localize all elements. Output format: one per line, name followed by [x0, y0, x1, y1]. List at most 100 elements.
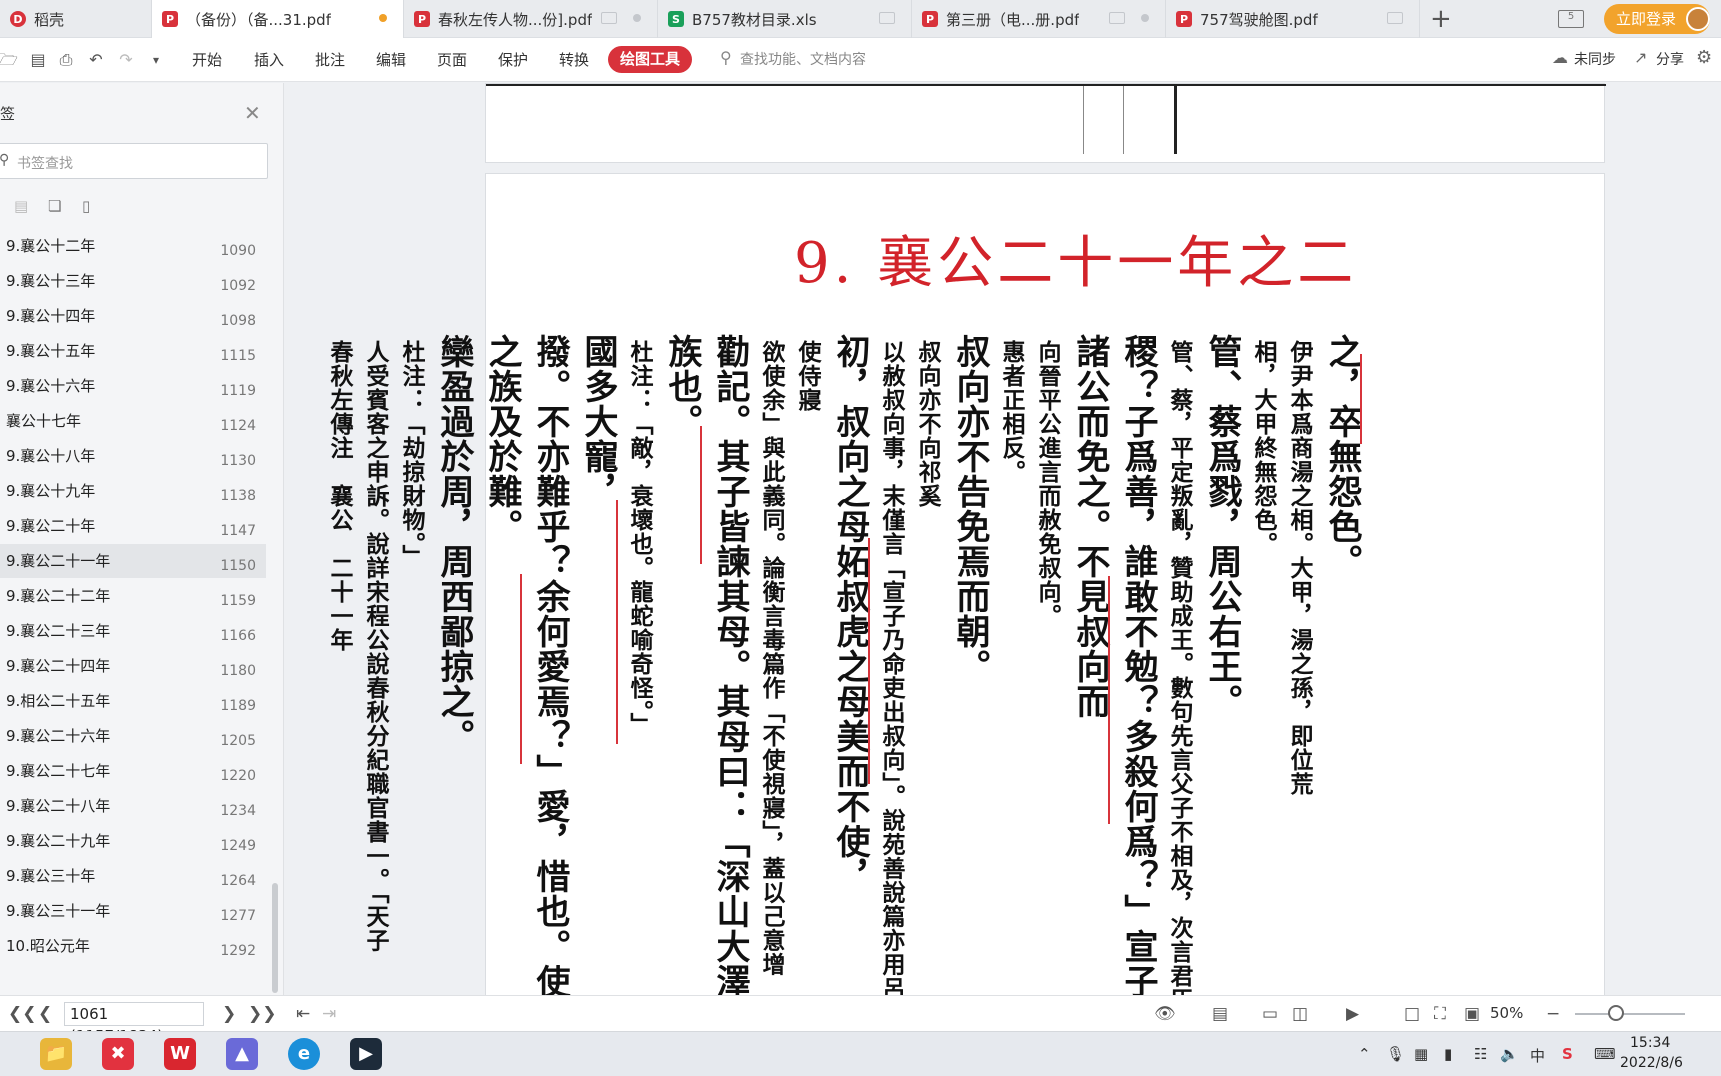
edge-browser-icon[interactable]: e — [288, 1038, 320, 1070]
play-icon[interactable]: ▶ — [1346, 1004, 1359, 1024]
last-page-icon[interactable]: ❯❯ — [248, 1004, 277, 1024]
fit-width-icon[interactable]: ▣ — [1464, 1004, 1480, 1024]
bookmark-icon[interactable]: ▯ — [82, 197, 100, 215]
bookmark-item[interactable]: 9.相公二十五年 1189 — [0, 684, 266, 718]
menu-page[interactable]: 页面 — [437, 49, 467, 71]
terminal-icon[interactable]: ▶ — [350, 1038, 382, 1070]
zoom-slider[interactable] — [1575, 1013, 1685, 1015]
tab-document[interactable]: P 春秋左传人物...份].pdf — [404, 0, 658, 38]
bookmark-item[interactable]: 9.襄公十九年 1138 — [0, 474, 266, 508]
fit-page-icon[interactable]: ⛶ — [1434, 1004, 1446, 1024]
unsaved-dot-icon — [379, 14, 387, 22]
new-tab-icon[interactable]: + — [1430, 4, 1452, 34]
tab-document-active[interactable]: P （备份）（备...31.pdf — [152, 0, 404, 38]
tab-draw-tools[interactable]: 绘图工具 — [608, 46, 692, 73]
bookmark-item[interactable]: 9.襄公二十六年 1205 — [0, 719, 266, 753]
prev-page-icon[interactable]: ❮ — [38, 1004, 52, 1024]
zoom-slider-handle[interactable] — [1608, 1005, 1624, 1021]
bookmark-item[interactable]: 9.襄公二十八年 1234 — [0, 789, 266, 823]
wps-icon[interactable]: W — [164, 1038, 196, 1070]
bookmark-item[interactable]: 9.襄公三十年 1264 — [0, 859, 266, 893]
scrollbar[interactable] — [272, 883, 278, 993]
quick-access-dropdown-icon[interactable]: ▾ — [146, 50, 166, 70]
bookmark-item[interactable]: 9.襄公二十一年 1150 — [0, 544, 266, 578]
photos-icon[interactable]: ▲ — [226, 1038, 258, 1070]
continuous-page-icon[interactable]: ▭ — [1262, 1004, 1278, 1024]
bookmark-item[interactable]: 9.襄公二十三年 1166 — [0, 614, 266, 648]
xmind-icon[interactable]: ✖ — [102, 1038, 134, 1070]
print-icon[interactable]: ⎙ — [56, 50, 76, 70]
document-viewport[interactable]: 9. 襄公二十一年之二 之，卒無怨色。 伊尹本爲商湯之相。大甲，湯之孫，即位荒 相，… — [285, 83, 1721, 995]
share-button[interactable]: 分享 — [1656, 49, 1684, 69]
tab-label: B757教材目录.xls — [692, 10, 817, 29]
bookmark-item[interactable]: 9.襄公三十一年 1277 — [0, 894, 266, 928]
close-icon[interactable]: ✕ — [244, 101, 261, 125]
menu-start[interactable]: 开始 — [192, 49, 222, 71]
tab-document[interactable]: P 757驾驶舱图.pdf — [1166, 0, 1420, 38]
zoom-level[interactable]: 50% — [1490, 1004, 1523, 1022]
collapse-bookmarks-icon[interactable]: ▤ — [14, 197, 32, 215]
next-page-icon[interactable]: ❯ — [222, 1004, 236, 1024]
bookmark-item[interactable]: 9.襄公二十二年 1159 — [0, 579, 266, 613]
search-icon: ⚲ — [0, 152, 10, 168]
menu-annotate[interactable]: 批注 — [315, 49, 345, 71]
avatar[interactable] — [1686, 7, 1710, 31]
sync-status[interactable]: 未同步 — [1574, 49, 1616, 69]
clock-date[interactable]: 2022/8/6 — [1620, 1055, 1683, 1071]
system-tray-icon[interactable]: ▦ — [1414, 1045, 1428, 1063]
bookmark-item[interactable]: 9.襄公二十年 1147 — [0, 509, 266, 543]
menu-convert[interactable]: 转换 — [559, 49, 589, 71]
first-page-icon[interactable]: ❮❮ — [8, 1004, 37, 1024]
zoom-out-icon[interactable]: − — [1546, 1004, 1560, 1024]
single-page-icon[interactable]: ▤ — [1212, 1004, 1228, 1024]
tray-chevron-icon[interactable]: ⌃ — [1358, 1045, 1371, 1063]
text-column: 杜注：「敵，衰壞也。龍蛇喻奇怪。」 — [626, 340, 653, 737]
window-layout-icon[interactable]: 5 — [1558, 10, 1584, 28]
bookmark-item[interactable]: 9.襄公二十九年 1249 — [0, 824, 266, 858]
search-function-input[interactable]: 查找功能、文档内容 — [740, 49, 866, 71]
volume-icon[interactable]: 🔈 — [1500, 1045, 1519, 1063]
tab-spreadsheet[interactable]: S B757教材目录.xls — [658, 0, 912, 38]
undo-icon[interactable]: ↶ — [86, 50, 106, 70]
bookmark-item[interactable]: 9.襄公十八年 1130 — [0, 439, 266, 473]
menu-edit[interactable]: 编辑 — [376, 49, 406, 71]
redo-icon[interactable]: ↷ — [116, 50, 136, 70]
bookmark-item[interactable]: 襄公十七年 1124 — [0, 404, 266, 438]
bookmark-item[interactable]: 10.昭公元年 1292 — [0, 929, 266, 963]
text-column: 管、蔡，平定叛亂，贊助成王。數句先言父子不相及，次言君臣 — [1166, 340, 1193, 995]
bookmark-search-input[interactable]: ⚲ 书签查找 — [0, 143, 268, 179]
add-bookmark-icon[interactable]: ❏ — [48, 197, 66, 215]
forward-icon[interactable]: ⇥ — [322, 1004, 336, 1024]
clock-time[interactable]: 15:34 — [1630, 1035, 1670, 1051]
keyboard-icon[interactable]: ⌨ — [1594, 1045, 1616, 1063]
actual-size-icon[interactable]: □ — [1404, 1004, 1420, 1024]
sogou-input-icon[interactable]: S — [1562, 1045, 1573, 1063]
bookmark-item[interactable]: 9.襄公十六年 1119 — [0, 369, 266, 403]
bookmark-item[interactable]: 9.襄公二十七年 1220 — [0, 754, 266, 788]
tab-document[interactable]: P 第三册（电...册.pdf — [912, 0, 1166, 38]
bookmark-item[interactable]: 9.襄公十三年 1092 — [0, 264, 266, 298]
share-icon[interactable]: ↗ — [1634, 48, 1647, 67]
back-icon[interactable]: ⇤ — [296, 1004, 310, 1024]
battery-icon[interactable]: ▮ — [1444, 1045, 1452, 1063]
bookmark-page-number: 1159 — [220, 593, 256, 609]
bookmark-item[interactable]: 9.襄公二十四年 1180 — [0, 649, 266, 683]
two-page-icon[interactable]: ◫ — [1292, 1004, 1308, 1024]
open-folder-icon[interactable]: 🗁 — [0, 50, 18, 70]
eye-protection-icon[interactable]: 👁 — [1154, 1004, 1176, 1024]
cloud-sync-icon[interactable]: ☁ — [1552, 48, 1568, 67]
input-method-indicator[interactable]: 中 — [1530, 1045, 1545, 1066]
wifi-icon[interactable]: ☷ — [1474, 1045, 1487, 1063]
file-explorer-icon[interactable]: 📁 — [40, 1038, 72, 1070]
bookmark-item[interactable]: 9.襄公十四年 1098 — [0, 299, 266, 333]
bookmark-item[interactable]: 9.襄公十二年 1090 — [0, 229, 266, 263]
menu-protect[interactable]: 保护 — [498, 49, 528, 71]
settings-gear-icon[interactable]: ⚙ — [1696, 47, 1712, 68]
tab-daoke[interactable]: D 稻壳 — [0, 0, 152, 38]
menu-insert[interactable]: 插入 — [254, 49, 284, 71]
bookmark-item[interactable]: 9.襄公十五年 1115 — [0, 334, 266, 368]
microphone-icon[interactable]: 🎙 — [1386, 1045, 1405, 1063]
bookmark-label: 9.襄公二十二年 — [6, 587, 111, 605]
page-number-input[interactable]: 1061 (1157/1834) — [64, 1002, 204, 1045]
save-icon[interactable]: ▤ — [28, 50, 48, 70]
